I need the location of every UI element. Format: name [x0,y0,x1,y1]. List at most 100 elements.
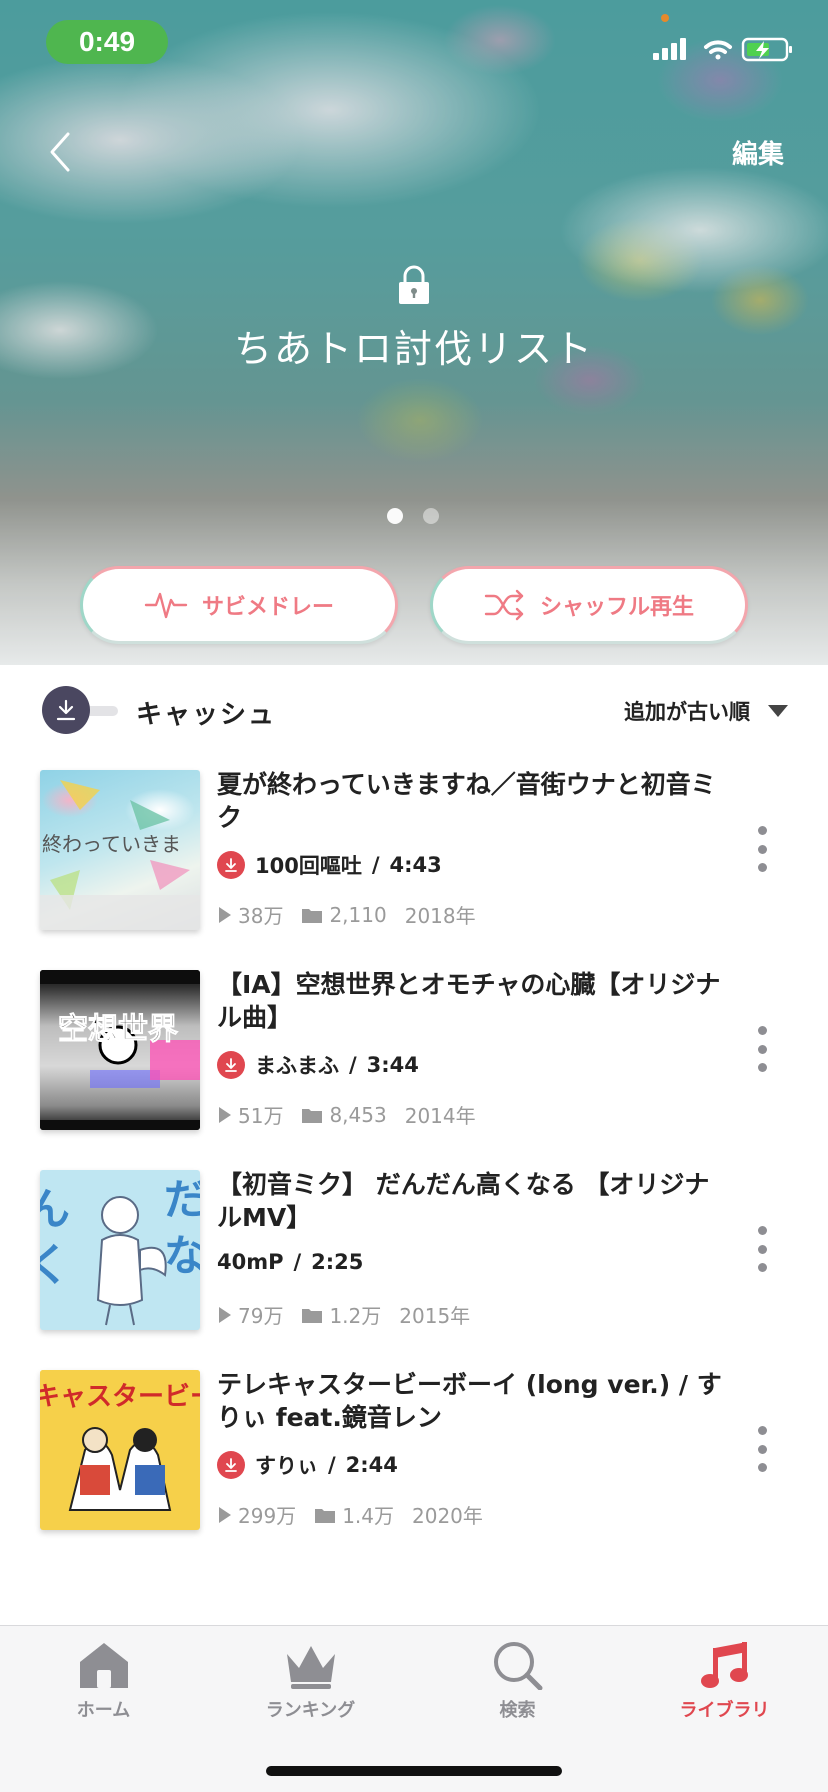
play-count-icon [219,1106,231,1123]
track-title: 【IA】空想世界とオモチャの心臓【オリジナル曲】 [217,970,721,1032]
caret-down-icon [768,705,788,717]
shuffle-icon [484,589,524,621]
thumbnail-text-left: んく [40,1184,70,1291]
track-thumbnail: 空想世界 [40,970,200,1130]
track-title: 【初音ミク】 だんだん高くなる 【オリジナルMV】 [217,1170,710,1232]
track-artist: すりぃ [255,1454,318,1478]
play-count: 299万 [238,1504,297,1528]
home-icon [79,1643,128,1688]
more-options-icon[interactable] [756,826,768,872]
track-title: テレキャスタービーボーイ (long ver.) / すりぃ feat.鏡音レン [217,1370,722,1432]
back-chevron-icon[interactable] [44,128,78,176]
play-count: 51万 [238,1104,284,1128]
track-row[interactable]: 終わっていきま 夏が終わっていきますね／音街ウナと初音ミク 100回嘔吐 / 4… [0,770,828,940]
track-meta: まふまふ / 3:44 [217,1050,419,1080]
medley-button[interactable]: サビメドレー [80,566,398,644]
track-stats: 299万 1.4万 2020年 [218,1500,483,1529]
status-time: 0:49 [46,20,168,64]
mylist-count: 1.4万 [342,1504,394,1528]
track-artist: 40mP [217,1250,284,1274]
track-stats: 38万 2,110 2018年 [218,900,476,929]
playlist-title: ちあトロ討伐リスト [233,327,594,371]
edit-button[interactable]: 編集 [732,134,784,171]
meta-separator: / [371,853,380,877]
track-year: 2014年 [404,1104,476,1128]
home-indicator [266,1766,562,1776]
tab-ranking[interactable]: ランキング [207,1640,414,1730]
page-indicator[interactable] [387,508,439,524]
more-options-icon[interactable] [756,1226,768,1272]
thumbnail-art [40,970,200,1130]
tab-label: ランキング [265,1700,356,1721]
sort-dropdown[interactable]: 追加が古い順 [624,696,788,726]
track-row[interactable]: 空想世界 【IA】空想世界とオモチャの心臓【オリジナル曲】 まふまふ / 3:4… [0,970,828,1140]
shuffle-button[interactable]: シャッフル再生 [430,566,748,644]
tab-search[interactable]: 検索 [414,1640,621,1730]
page-dot[interactable] [387,508,403,524]
lock-icon [399,265,429,304]
shuffle-label: シャッフル再生 [539,595,694,620]
cache-label: キャッシュ [136,700,277,730]
track-row[interactable]: キャスタービーボ テレキャスタービーボーイ (long ver.) / すりぃ … [0,1370,828,1540]
track-stats: 51万 8,453 2014年 [218,1100,476,1129]
thumbnail-text: 終わっていきま [42,832,181,856]
medley-label: サビメドレー [201,595,334,620]
meta-separator: / [293,1250,302,1274]
track-artist: まふまふ [255,1054,339,1078]
track-thumbnail: んく だな [40,1170,200,1330]
tab-label: 検索 [499,1700,536,1721]
tab-library[interactable]: ライブラリ [621,1640,828,1730]
more-options-icon[interactable] [756,1426,768,1472]
signal-icon [653,38,686,60]
wifi-icon [704,40,732,60]
playlist-hero: 0:49 編集 ちあトロ討伐リスト サビメドレー シャッフル再生 [0,0,828,665]
more-options-icon[interactable] [756,1026,768,1072]
play-count: 38万 [238,904,284,928]
track-thumbnail: キャスタービーボ [40,1370,200,1530]
page-dot[interactable] [423,508,439,524]
tab-home[interactable]: ホーム [0,1640,207,1730]
thumbnail-text-right: だな [164,1175,200,1280]
track-duration: 2:44 [345,1453,398,1477]
sort-label: 追加が古い順 [624,700,750,724]
meta-separator: / [328,1453,336,1477]
waveform-icon [144,592,188,619]
search-icon [493,1642,542,1690]
play-count: 79万 [238,1304,284,1328]
track-duration: 3:44 [366,1053,419,1077]
mylist-count: 8,453 [329,1102,387,1127]
track-thumbnail: 終わっていきま [40,770,200,930]
downloaded-icon [217,1451,245,1479]
track-stats: 79万 1.2万 2015年 [218,1300,470,1329]
track-row[interactable]: んく だな 【初音ミク】 だんだん高くなる 【オリジナルMV】 40mP / 2… [0,1170,828,1340]
download-icon [56,699,76,721]
tab-label: ホーム [76,1700,131,1721]
crown-icon [286,1646,335,1689]
cache-toggle-knob[interactable] [42,686,90,734]
mylist-count: 1.2万 [329,1304,382,1328]
track-year: 2020年 [412,1504,483,1528]
mylist-folder-icon [315,1508,336,1523]
play-count-icon [219,1506,231,1523]
track-meta: 100回嘔吐 / 4:43 [217,850,442,880]
status-icons [653,37,792,62]
cache-toggle[interactable] [42,686,118,734]
track-year: 2015年 [399,1304,471,1328]
music-note-icon [700,1642,748,1688]
track-duration: 4:43 [389,853,442,877]
downloaded-icon [217,1051,245,1079]
track-meta: 40mP / 2:25 [217,1250,363,1274]
play-count-icon [219,906,231,923]
battery-icon [741,37,792,62]
tab-label: ライブラリ [679,1700,770,1721]
thumbnail-text: キャスタービーボ [40,1382,200,1412]
mylist-folder-icon [302,1108,323,1123]
track-year: 2018年 [404,904,476,928]
play-count-icon [219,1306,231,1323]
track-artist: 100回嘔吐 [255,854,362,878]
mylist-folder-icon [302,908,323,923]
privacy-indicator-dot [661,14,669,22]
meta-separator: / [349,1053,357,1077]
downloaded-icon [217,851,245,879]
mylist-count: 2,110 [329,902,387,927]
